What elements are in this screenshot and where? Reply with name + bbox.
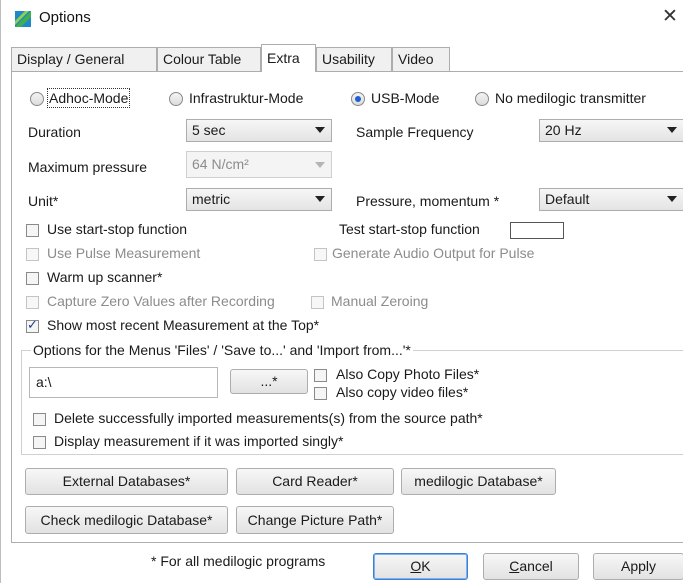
chevron-down-icon: [315, 162, 325, 168]
use-start-stop-label[interactable]: Use start-stop function: [47, 221, 187, 237]
also-copy-photo-label[interactable]: Also Copy Photo Files*: [336, 366, 479, 382]
tab-display-general[interactable]: Display / General: [11, 47, 157, 71]
warm-up-checkbox[interactable]: [26, 272, 39, 285]
radio-infrastruktur-mode[interactable]: [169, 92, 183, 106]
use-pulse-checkbox[interactable]: [26, 248, 39, 261]
import-path-input[interactable]: a:\: [29, 367, 218, 398]
manual-zeroing-label: Manual Zeroing: [331, 293, 429, 309]
import-options-group-title: Options for the Menus 'Files' / 'Save to…: [31, 342, 413, 358]
display-single-checkbox[interactable]: [33, 436, 46, 449]
change-picture-path-button[interactable]: Change Picture Path*: [236, 506, 394, 534]
unit-label: Unit*: [28, 193, 59, 209]
unit-select[interactable]: metric: [186, 188, 332, 211]
sample-frequency-value: 20 Hz: [545, 122, 582, 138]
also-copy-video-label[interactable]: Also copy video files*: [336, 384, 468, 400]
delete-imported-label[interactable]: Delete successfully imported measurement…: [54, 410, 483, 426]
check-medilogic-database-button[interactable]: Check medilogic Database*: [25, 506, 228, 534]
unit-value: metric: [192, 191, 231, 207]
medilogic-database-button[interactable]: medilogic Database*: [401, 468, 556, 495]
also-copy-video-checkbox[interactable]: [314, 387, 327, 400]
options-dialog: Options ✕ Display / General Colour Table…: [0, 0, 683, 583]
generate-audio-label: Generate Audio Output for Pulse: [332, 245, 535, 261]
max-pressure-select[interactable]: 64 N/cm²: [186, 151, 332, 178]
chevron-down-icon: [315, 196, 325, 202]
cancel-mnemonic: C: [509, 558, 520, 574]
max-pressure-value: 64 N/cm²: [192, 156, 249, 172]
tab-colour-table[interactable]: Colour Table: [157, 47, 261, 71]
browse-path-button[interactable]: ...*: [230, 369, 308, 394]
radio-usb-mode[interactable]: [351, 92, 365, 106]
delete-imported-checkbox[interactable]: [33, 413, 46, 426]
duration-value: 5 sec: [192, 122, 226, 138]
window-title: Options: [39, 9, 91, 26]
cancel-rest: ancel: [519, 558, 553, 574]
external-databases-button[interactable]: External Databases*: [25, 468, 228, 495]
use-pulse-label: Use Pulse Measurement: [47, 245, 201, 261]
radio-adhoc-mode-label[interactable]: Adhoc-Mode: [46, 88, 131, 108]
manual-zeroing-checkbox[interactable]: [311, 296, 324, 309]
sample-frequency-select[interactable]: 20 Hz: [539, 119, 683, 142]
tab-extra[interactable]: Extra: [261, 44, 316, 72]
title-bar: Options ✕: [1, 0, 683, 36]
sample-frequency-label: Sample Frequency: [356, 124, 474, 140]
start-stop-indicator: [510, 222, 564, 239]
ok-button[interactable]: OK: [373, 553, 468, 580]
also-copy-photo-checkbox[interactable]: [314, 369, 327, 382]
duration-select[interactable]: 5 sec: [186, 119, 332, 142]
ok-mnemonic: O: [410, 558, 422, 574]
ok-rest: K: [421, 558, 431, 574]
generate-audio-checkbox[interactable]: [314, 248, 327, 261]
card-reader-button[interactable]: Card Reader*: [236, 468, 394, 495]
radio-no-transmitter-label[interactable]: No medilogic transmitter: [495, 90, 646, 106]
radio-adhoc-mode[interactable]: [30, 92, 44, 106]
use-start-stop-checkbox[interactable]: [26, 224, 39, 237]
chevron-down-icon: [667, 127, 677, 133]
pressure-momentum-value: Default: [545, 191, 590, 207]
medilogic-app-icon: [15, 11, 31, 27]
capture-zero-label: Capture Zero Values after Recording: [47, 293, 275, 309]
pressure-momentum-select[interactable]: Default: [539, 188, 683, 211]
display-single-label[interactable]: Display measurement if it was imported s…: [54, 433, 343, 449]
test-start-stop-label: Test start-stop function: [339, 221, 480, 237]
radio-usb-mode-label[interactable]: USB-Mode: [371, 90, 439, 106]
cancel-button[interactable]: Cancel: [483, 553, 579, 580]
tab-video[interactable]: Video: [392, 47, 450, 71]
pressure-momentum-label: Pressure, momentum *: [356, 193, 500, 209]
tab-usability[interactable]: Usability: [316, 47, 392, 71]
capture-zero-checkbox[interactable]: [26, 296, 39, 309]
chevron-down-icon: [667, 196, 677, 202]
footer-note: * For all medilogic programs: [151, 553, 326, 569]
radio-infrastruktur-mode-label[interactable]: Infrastruktur-Mode: [189, 90, 303, 106]
warm-up-label[interactable]: Warm up scanner*: [47, 269, 162, 285]
show-recent-checkbox[interactable]: [26, 317, 39, 333]
show-recent-label[interactable]: Show most recent Measurement at the Top*: [47, 317, 319, 333]
max-pressure-label: Maximum pressure: [28, 159, 148, 175]
duration-label: Duration: [28, 124, 81, 140]
chevron-down-icon: [315, 127, 325, 133]
apply-button[interactable]: Apply: [593, 553, 683, 580]
close-icon[interactable]: ✕: [659, 6, 681, 28]
radio-no-transmitter[interactable]: [475, 92, 489, 106]
